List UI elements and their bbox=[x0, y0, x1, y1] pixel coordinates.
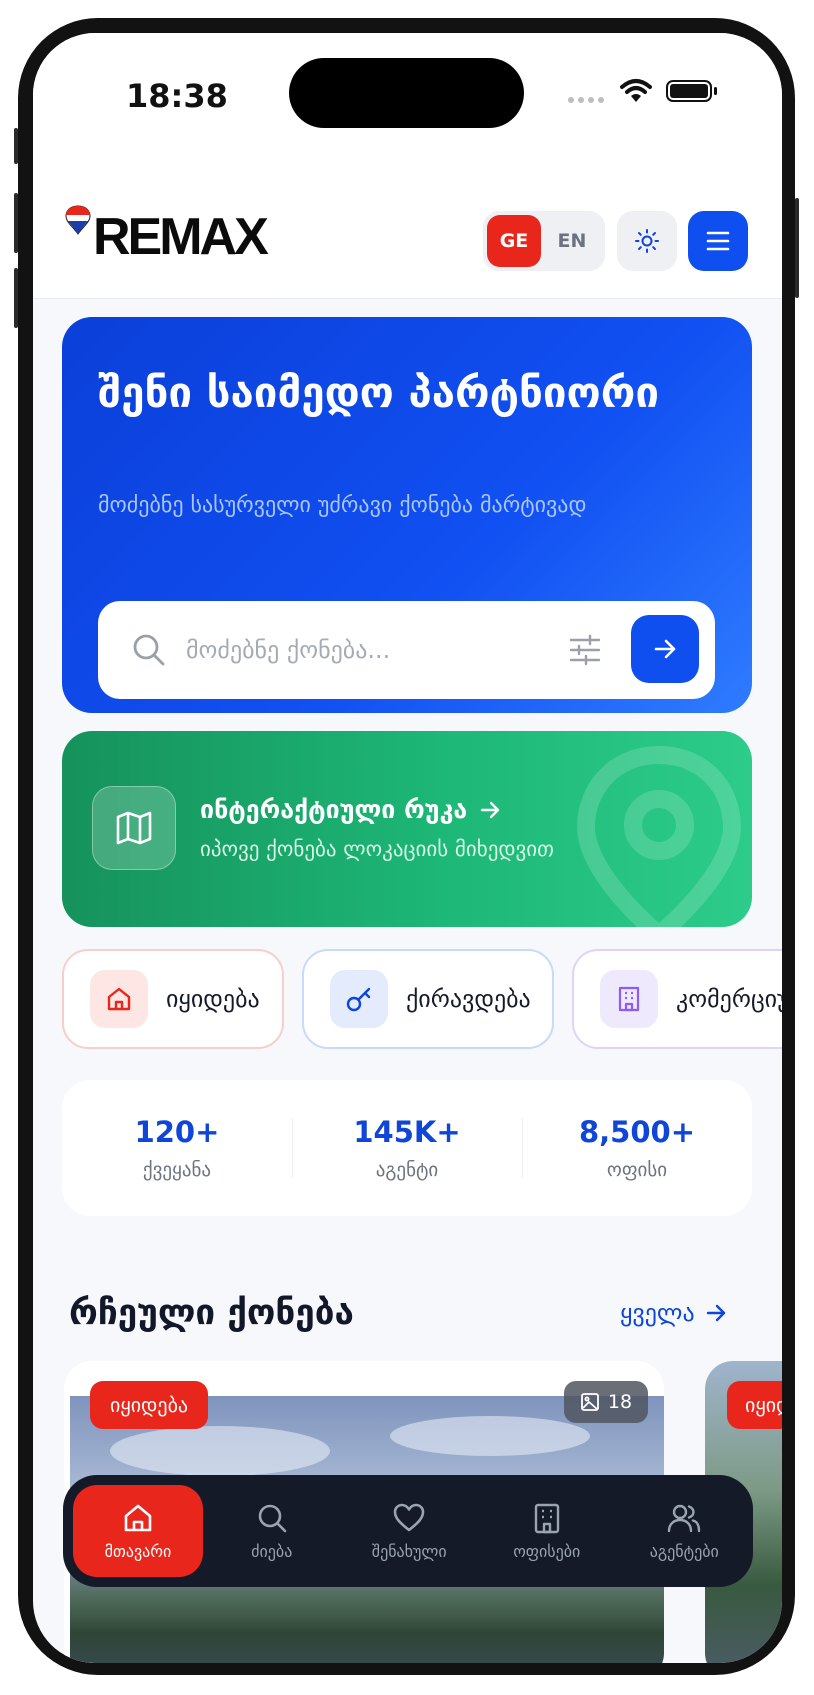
language-switch: GE EN bbox=[483, 211, 605, 271]
signal-icon bbox=[568, 97, 604, 103]
lang-en-button[interactable]: EN bbox=[545, 215, 599, 267]
map-icon bbox=[116, 811, 152, 845]
tab-search[interactable]: ძიება bbox=[203, 1485, 341, 1577]
power-button bbox=[795, 198, 799, 298]
property-status-badge: იყიდება bbox=[90, 1381, 209, 1429]
category-for-rent[interactable]: ქირავდება bbox=[302, 949, 554, 1049]
building-icon bbox=[534, 1503, 559, 1533]
category-label: კომერციული bbox=[676, 985, 782, 1013]
stat-label: აგენტი bbox=[375, 1159, 439, 1181]
photo-count: 18 bbox=[607, 1391, 633, 1413]
category-label: ქირავდება bbox=[406, 985, 531, 1013]
search-bar bbox=[98, 601, 715, 699]
category-label: იყიდება bbox=[166, 985, 260, 1013]
key-icon bbox=[330, 970, 388, 1028]
see-all-link[interactable]: ყველა bbox=[620, 1299, 727, 1327]
map-card-title: ინტერაქტიული რუკა bbox=[200, 795, 468, 824]
tab-offices[interactable]: ოფისები bbox=[478, 1485, 616, 1577]
arrow-right-icon bbox=[481, 801, 500, 818]
tab-label: ოფისები bbox=[513, 1541, 581, 1561]
stats-panel: 120+ ქვეყანა 145K+ აგენტი 8,500+ ოფისი bbox=[62, 1080, 752, 1216]
volume-up-button bbox=[14, 193, 18, 253]
stat-value: 8,500+ bbox=[578, 1115, 696, 1149]
stat-label: ქვეყანა bbox=[142, 1159, 212, 1181]
see-all-label: ყველა bbox=[620, 1299, 695, 1327]
hero-banner: შენი საიმედო პარტნიორი მოძებნე სასურველი… bbox=[62, 317, 752, 713]
stat-value: 145K+ bbox=[353, 1115, 461, 1149]
stat-offices: 8,500+ ოფისი bbox=[522, 1080, 752, 1216]
cloud-shape bbox=[390, 1416, 590, 1456]
heart-icon bbox=[393, 1503, 425, 1531]
location-pin-icon bbox=[576, 745, 742, 927]
photo-count-badge: 18 bbox=[564, 1381, 648, 1423]
property-status-badge: იყიდება bbox=[727, 1381, 782, 1429]
category-commercial[interactable]: კომერციული bbox=[572, 949, 782, 1049]
app-header: REMAX GE EN bbox=[33, 173, 782, 299]
tab-saved[interactable]: შენახული bbox=[341, 1485, 479, 1577]
image-icon bbox=[581, 1393, 599, 1411]
filter-icon[interactable] bbox=[568, 633, 602, 667]
hero-title: შენი საიმედო პარტნიორი bbox=[98, 368, 659, 417]
cloud-shape bbox=[110, 1426, 330, 1476]
balloon-icon bbox=[65, 205, 91, 235]
arrow-right-icon bbox=[654, 639, 676, 659]
app-screen: 18:38 REMAX GE EN შენი საიმედო პარტნიორი… bbox=[33, 33, 782, 1663]
sun-icon bbox=[635, 229, 659, 253]
featured-section-title: რჩეული ქონება bbox=[69, 1293, 354, 1333]
search-submit-button[interactable] bbox=[631, 615, 699, 683]
users-icon bbox=[668, 1504, 701, 1532]
remax-logo[interactable]: REMAX bbox=[65, 205, 285, 266]
stat-countries: 120+ ქვეყანა bbox=[62, 1080, 292, 1216]
map-icon-box bbox=[92, 786, 176, 870]
logo-text: REMAX bbox=[93, 208, 269, 266]
tab-label: აგენტები bbox=[649, 1541, 719, 1561]
status-time: 18:38 bbox=[126, 77, 228, 115]
hamburger-icon bbox=[706, 231, 730, 251]
lang-ge-button[interactable]: GE bbox=[487, 215, 541, 267]
search-icon bbox=[258, 1504, 287, 1532]
category-for-sale[interactable]: იყიდება bbox=[62, 949, 284, 1049]
theme-toggle-button[interactable] bbox=[617, 211, 677, 271]
arrow-right-icon bbox=[706, 1304, 725, 1322]
volume-down-button bbox=[14, 268, 18, 328]
hero-subtitle: მოძებნე სასურველი უძრავი ქონება მარტივად bbox=[98, 493, 587, 518]
menu-button[interactable] bbox=[688, 211, 748, 271]
stat-label: ოფისი bbox=[606, 1159, 668, 1181]
tab-label: შენახული bbox=[371, 1541, 447, 1561]
search-icon bbox=[133, 634, 165, 666]
map-card-title-row: ინტერაქტიული რუკა bbox=[200, 795, 501, 824]
action-button bbox=[14, 128, 18, 164]
building-icon bbox=[600, 970, 658, 1028]
search-input[interactable] bbox=[186, 629, 526, 671]
bottom-tab-bar: მთავარი ძიება შენახული ოფისები აგენტები bbox=[63, 1475, 753, 1587]
tab-label: მთავარი bbox=[104, 1541, 172, 1561]
status-bar: 18:38 bbox=[33, 33, 782, 173]
tab-label: ძიება bbox=[251, 1541, 293, 1561]
stat-agents: 145K+ აგენტი bbox=[292, 1080, 522, 1216]
battery-icon bbox=[666, 80, 717, 102]
interactive-map-card[interactable]: ინტერაქტიული რუკა იპოვე ქონება ლოკაციის … bbox=[62, 731, 752, 927]
tab-agents[interactable]: აგენტები bbox=[616, 1485, 754, 1577]
home-icon bbox=[124, 1504, 152, 1531]
wifi-icon bbox=[620, 79, 652, 102]
home-icon bbox=[90, 970, 148, 1028]
tab-home[interactable]: მთავარი bbox=[73, 1485, 203, 1577]
dynamic-island bbox=[289, 58, 524, 128]
stat-value: 120+ bbox=[134, 1115, 220, 1149]
map-card-subtitle: იპოვე ქონება ლოკაციის მიხედვით bbox=[200, 837, 554, 861]
